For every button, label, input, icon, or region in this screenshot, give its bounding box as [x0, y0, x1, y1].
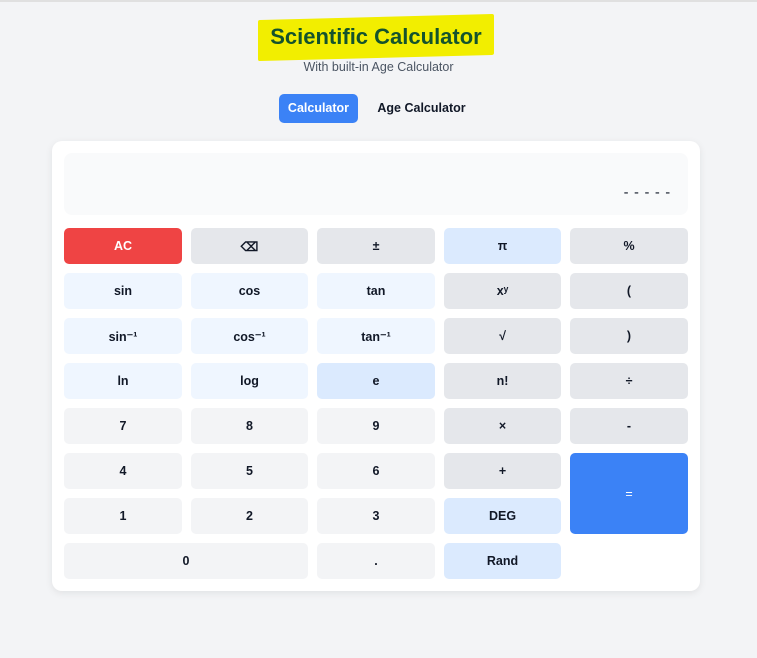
tan-button[interactable]: tan [317, 273, 435, 309]
close-paren-button[interactable]: ) [570, 318, 688, 354]
cos-button[interactable]: cos [191, 273, 308, 309]
page-subtitle: With built-in Age Calculator [303, 60, 454, 74]
acos-button[interactable]: cos⁻¹ [191, 318, 308, 354]
log-button[interactable]: log [191, 363, 308, 399]
random-button[interactable]: Rand [444, 543, 561, 579]
digit-2-button[interactable]: 2 [191, 498, 308, 534]
display-value: ----- [621, 185, 674, 201]
e-constant-button[interactable]: e [317, 363, 435, 399]
percent-button[interactable]: % [570, 228, 688, 264]
page-title: Scientific Calculator [270, 24, 482, 49]
atan-button[interactable]: tan⁻¹ [317, 318, 435, 354]
sign-toggle-button[interactable]: ± [317, 228, 435, 264]
digit-5-button[interactable]: 5 [191, 453, 308, 489]
equals-button[interactable]: = [570, 453, 688, 534]
digit-3-button[interactable]: 3 [317, 498, 435, 534]
power-button[interactable]: xʸ [444, 273, 561, 309]
calculator-display: ----- [64, 153, 688, 215]
deg-mode-button[interactable]: DEG [444, 498, 561, 534]
sin-button[interactable]: sin [64, 273, 182, 309]
tab-age-calculator[interactable]: Age Calculator [373, 94, 470, 123]
title-highlight: Scientific Calculator [258, 13, 494, 62]
sqrt-button[interactable]: √ [444, 318, 561, 354]
minus-button[interactable]: - [570, 408, 688, 444]
tab-bar: Calculator Age Calculator [0, 94, 757, 124]
pi-button[interactable]: π [444, 228, 561, 264]
backspace-button[interactable]: ⌫ [191, 228, 308, 264]
open-paren-button[interactable]: ( [570, 273, 688, 309]
ln-button[interactable]: ln [64, 363, 182, 399]
calculator-card: ----- AC ⌫ ± π % sin cos tan xʸ ( sin⁻¹ … [52, 141, 700, 591]
digit-7-button[interactable]: 7 [64, 408, 182, 444]
digit-0-button[interactable]: 0 [64, 543, 308, 579]
divide-button[interactable]: ÷ [570, 363, 688, 399]
decimal-button[interactable]: . [317, 543, 435, 579]
digit-6-button[interactable]: 6 [317, 453, 435, 489]
asin-button[interactable]: sin⁻¹ [64, 318, 182, 354]
multiply-button[interactable]: × [444, 408, 561, 444]
tab-calculator[interactable]: Calculator [279, 94, 358, 123]
digit-1-button[interactable]: 1 [64, 498, 182, 534]
digit-9-button[interactable]: 9 [317, 408, 435, 444]
digit-4-button[interactable]: 4 [64, 453, 182, 489]
clear-button[interactable]: AC [64, 228, 182, 264]
plus-button[interactable]: + [444, 453, 561, 489]
digit-8-button[interactable]: 8 [191, 408, 308, 444]
top-divider [0, 0, 757, 2]
factorial-button[interactable]: n! [444, 363, 561, 399]
